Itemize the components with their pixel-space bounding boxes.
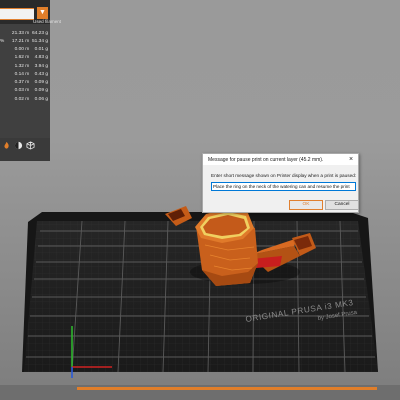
cancel-button[interactable]: Cancel [325, 200, 359, 210]
ok-button[interactable]: OK [289, 200, 323, 210]
chevron-down-icon[interactable]: ▼ [37, 7, 48, 19]
filament-weight: 0.09 g [34, 80, 48, 86]
filament-weight: 0.43 g [34, 71, 48, 77]
pause-message-input[interactable]: Place the ring on the neck of the wateri… [211, 182, 356, 191]
filament-weight: 0.01 g [34, 47, 48, 53]
filament-length: 21.33 m [11, 30, 30, 36]
pause-message-dialog: Message for pause print on current layer… [202, 153, 359, 213]
dialog-title: Message for pause print on current layer… [208, 157, 324, 163]
used-filament-header: Used filament [33, 19, 62, 24]
filament-length: 0.00 m [14, 47, 30, 53]
filament-length: 0.14 m [14, 71, 30, 77]
filament-length: 0.03 m [14, 88, 30, 94]
filament-weight: 0.09 g [34, 88, 48, 94]
stats-row: 1.62 m 4.83 g [0, 54, 50, 62]
dialog-titlebar[interactable]: Message for pause print on current layer… [203, 154, 358, 165]
stats-row: 1.32 m 3.94 g [0, 62, 50, 70]
view-type-combo[interactable] [0, 8, 34, 20]
cube-icon[interactable] [26, 141, 35, 150]
stats-row: 0.00 m 0.01 g [0, 46, 50, 54]
filament-weight: 4.83 g [34, 55, 48, 61]
sliced-info-panel: ▼ Used filament 21.33 m 64.23 g% 17.21 m 51… [0, 0, 61, 161]
filament-length: 0.37 m [14, 80, 30, 86]
3d-viewport[interactable]: ORIGINAL PRUSA i3 MK3 by Josef Prusa ▼ U… [0, 0, 400, 400]
filament-weight: 51.34 g [31, 38, 48, 44]
filament-weight: 3.94 g [34, 63, 48, 69]
panel-header: ▼ Used filament [0, 0, 61, 24]
stats-row: 0.14 m 0.43 g [0, 70, 50, 78]
filament-weight: 0.06 g [34, 96, 48, 102]
filament-length: 0.02 m [14, 96, 30, 102]
close-icon[interactable]: × [347, 155, 355, 164]
stats-row: % 17.21 m 51.34 g [0, 37, 50, 45]
filament-length: 1.32 m [14, 63, 30, 69]
bed-edge-highlight [77, 387, 377, 390]
filament-weight: 64.23 g [31, 30, 48, 36]
filament-length: 17.21 m [11, 38, 30, 44]
palette-icon[interactable] [14, 141, 23, 150]
stats-row: 21.33 m 64.23 g [0, 29, 50, 37]
filament-stats-table: 21.33 m 64.23 g% 17.21 m 51.34 g 0.00 m 0.01 … [0, 29, 50, 103]
stats-row: 0.37 m 0.09 g [0, 79, 50, 87]
filament-length: 1.62 m [14, 55, 30, 61]
flame-icon[interactable] [2, 141, 11, 150]
stats-row: 0.03 m 0.09 g [0, 87, 50, 95]
stats-row: 0.02 m 0.06 g [0, 95, 50, 103]
dialog-prompt: Enter short message shown on Printer dis… [211, 173, 357, 178]
panel-footer [0, 138, 50, 161]
